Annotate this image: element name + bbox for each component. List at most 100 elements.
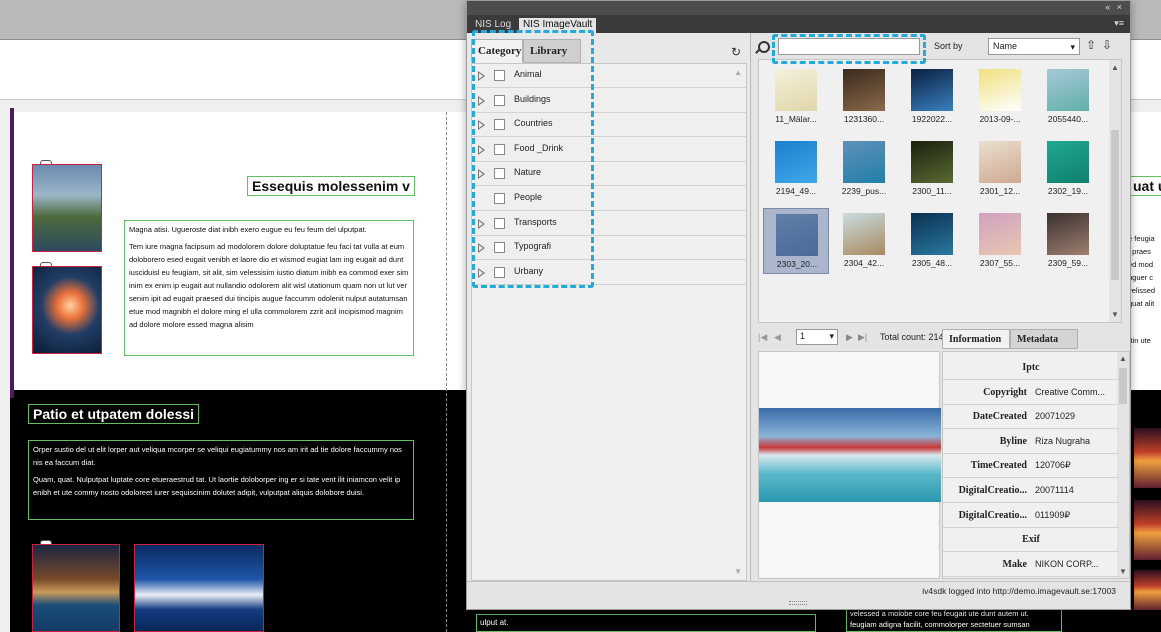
- thumbnail-image[interactable]: [843, 141, 885, 183]
- thumbnail-image[interactable]: [843, 213, 885, 255]
- heading-partial[interactable]: uat u: [1128, 176, 1161, 196]
- thumbnail-item[interactable]: 2303_20...: [763, 208, 829, 274]
- thumbnail-image[interactable]: [1047, 213, 1089, 255]
- thumbnail-image[interactable]: [776, 214, 818, 256]
- highlight-search-area: [772, 34, 926, 64]
- image-frame-house[interactable]: [32, 164, 102, 252]
- thumbnail-item[interactable]: 2304_42...: [831, 208, 897, 274]
- thumbnail-label: 2302_19...: [1047, 186, 1089, 196]
- thumbnail-image[interactable]: [979, 141, 1021, 183]
- thumbnail-image[interactable]: [1047, 141, 1089, 183]
- refresh-icon[interactable]: ↻: [731, 45, 741, 59]
- last-page-icon[interactable]: ▶|: [858, 332, 867, 343]
- panel-menu-icon[interactable]: ▾≡: [1114, 18, 1124, 29]
- sort-descending-icon[interactable]: ⇩: [1102, 38, 1112, 52]
- metadata-value: 120706₽: [1035, 460, 1071, 471]
- thumbnail-label: 2301_12...: [979, 186, 1021, 196]
- total-count: Total count: 214: [880, 332, 944, 342]
- page-fold-guide: [446, 112, 447, 632]
- dark-text-frame[interactable]: Orper sustio del ut elit lorper aut veli…: [28, 440, 414, 520]
- body-paragraph-1: Magna atisi. Ugueroste diat inibh exero …: [129, 225, 367, 234]
- dark-paragraph-2: Quam, quat. Nulputpat luptate core etuer…: [33, 475, 401, 497]
- sort-select-value: Name: [993, 41, 1018, 51]
- thumbnail-label: 2239_pus...: [841, 186, 887, 196]
- thumbnail-label: 2309_59...: [1047, 258, 1089, 268]
- bottom-text-frame[interactable]: ulput at.: [476, 614, 816, 632]
- heading-patio[interactable]: Patio et utpatem dolessi: [28, 404, 200, 424]
- metadata-row: TimeCreated 120706₽: [943, 454, 1119, 479]
- thumbnail-image[interactable]: [1047, 69, 1089, 111]
- thumbnail-item[interactable]: 2239_pus...: [831, 136, 897, 202]
- thumbnail-item[interactable]: 2307_55...: [967, 208, 1033, 274]
- thumbnail-item[interactable]: 2300_11...: [899, 136, 965, 202]
- thumbnail-label: 2304_42...: [843, 258, 885, 268]
- thumbnail-image[interactable]: [775, 69, 817, 111]
- search-icon[interactable]: [758, 41, 770, 53]
- image-frame-sunset-3[interactable]: [1134, 570, 1161, 610]
- thumbnail-image[interactable]: [911, 213, 953, 255]
- thumbnail-scrollbar[interactable]: ▲ ▼: [1109, 60, 1121, 322]
- sort-select[interactable]: Name ▾: [988, 38, 1080, 55]
- thumbnail-label: 1231360...: [843, 114, 885, 124]
- thumbnail-image[interactable]: [843, 69, 885, 111]
- image-frame-sunset[interactable]: [1134, 428, 1161, 488]
- thumbnail-image[interactable]: [911, 141, 953, 183]
- panel-titlebar[interactable]: « ×: [467, 1, 1130, 15]
- scroll-up-icon[interactable]: ▲: [1111, 63, 1119, 72]
- scroll-down-icon[interactable]: ▼: [1119, 567, 1127, 576]
- scrollbar-thumb[interactable]: [1111, 130, 1119, 280]
- bottom-text-line-2: feugiam adigna facilit, commolorper sect…: [850, 620, 1030, 629]
- metadata-key: Make: [1002, 558, 1027, 570]
- thumbnail-item[interactable]: 2305_48...: [899, 208, 965, 274]
- tab-information[interactable]: Information: [942, 329, 1010, 349]
- metadata-row: Byline Riza Nugraha: [943, 430, 1119, 454]
- scrollbar-thumb[interactable]: [1119, 368, 1127, 404]
- scroll-up-icon[interactable]: ▲: [1119, 354, 1127, 363]
- sort-ascending-icon[interactable]: ⇧: [1086, 38, 1096, 52]
- thumbnail-grid: ▲ ▼ 11_Mälar... 1231360... 1922022... 2013-…: [758, 59, 1122, 323]
- panel-window-controls[interactable]: « ×: [1105, 2, 1124, 12]
- thumbnail-item[interactable]: 2309_59...: [1035, 208, 1101, 274]
- metadata-row: DigitalCreatio... 011909₽: [943, 504, 1119, 528]
- image-frame-jetski[interactable]: [134, 544, 264, 632]
- thumbnail-item[interactable]: 2301_12...: [967, 136, 1033, 202]
- scroll-down-icon[interactable]: ▼: [734, 567, 742, 576]
- thumbnail-image[interactable]: [979, 69, 1021, 111]
- thumbnail-image[interactable]: [979, 213, 1021, 255]
- thumbnail-item[interactable]: 1231360...: [831, 64, 897, 130]
- heading-essequis[interactable]: Essequis molessenim v: [247, 176, 415, 196]
- resize-grip[interactable]: [789, 601, 807, 605]
- thumbnail-label: 2307_55...: [979, 258, 1021, 268]
- thumbnail-label: 2300_11...: [912, 186, 952, 196]
- next-page-icon[interactable]: ▶: [846, 332, 853, 343]
- thumbnail-item[interactable]: 2055440...: [1035, 64, 1101, 130]
- metadata-key: DigitalCreatio...: [958, 509, 1027, 521]
- first-page-icon[interactable]: |◀: [758, 332, 767, 343]
- thumbnail-label: 2303_20...: [776, 259, 818, 269]
- image-frame-jellyfish[interactable]: [32, 266, 102, 354]
- thumbnail-image[interactable]: [911, 69, 953, 111]
- page-edge: [10, 108, 14, 398]
- thumbnail-item[interactable]: 2302_19...: [1035, 136, 1101, 202]
- thumbnail-item[interactable]: 2194_49...: [763, 136, 829, 202]
- scroll-down-icon[interactable]: ▼: [1111, 310, 1119, 319]
- tab-metadata[interactable]: Metadata: [1010, 329, 1078, 349]
- thumbnail-item[interactable]: 11_Mälar...: [763, 64, 829, 130]
- partial-text-2: rtin ute: [1128, 336, 1151, 345]
- thumbnail-image[interactable]: [775, 141, 817, 183]
- image-frame-sunset-2[interactable]: [1134, 500, 1161, 560]
- metadata-section-row: [943, 356, 1119, 380]
- thumbnail-label: 1922022...: [911, 114, 953, 124]
- prev-page-icon[interactable]: ◀: [774, 332, 781, 343]
- metadata-section-row: [943, 528, 1119, 553]
- pager: |◀ ◀ 1 ▾ ▶ ▶| Total count: 214: [758, 329, 948, 347]
- metadata-key: Byline: [999, 435, 1027, 447]
- preview-image[interactable]: [759, 408, 941, 502]
- page-number-select[interactable]: 1 ▾: [796, 329, 838, 345]
- thumbnail-item[interactable]: 1922022...: [899, 64, 965, 130]
- body-text-frame[interactable]: Magna atisi. Ugueroste diat inibh exero …: [124, 220, 414, 356]
- image-frame-pool[interactable]: [32, 544, 120, 632]
- status-text: iv4sdk logged into http://demo.imagevaul…: [922, 586, 1116, 596]
- thumbnail-item[interactable]: 2013-09-...: [967, 64, 1033, 130]
- metadata-key: DigitalCreatio...: [958, 485, 1027, 496]
